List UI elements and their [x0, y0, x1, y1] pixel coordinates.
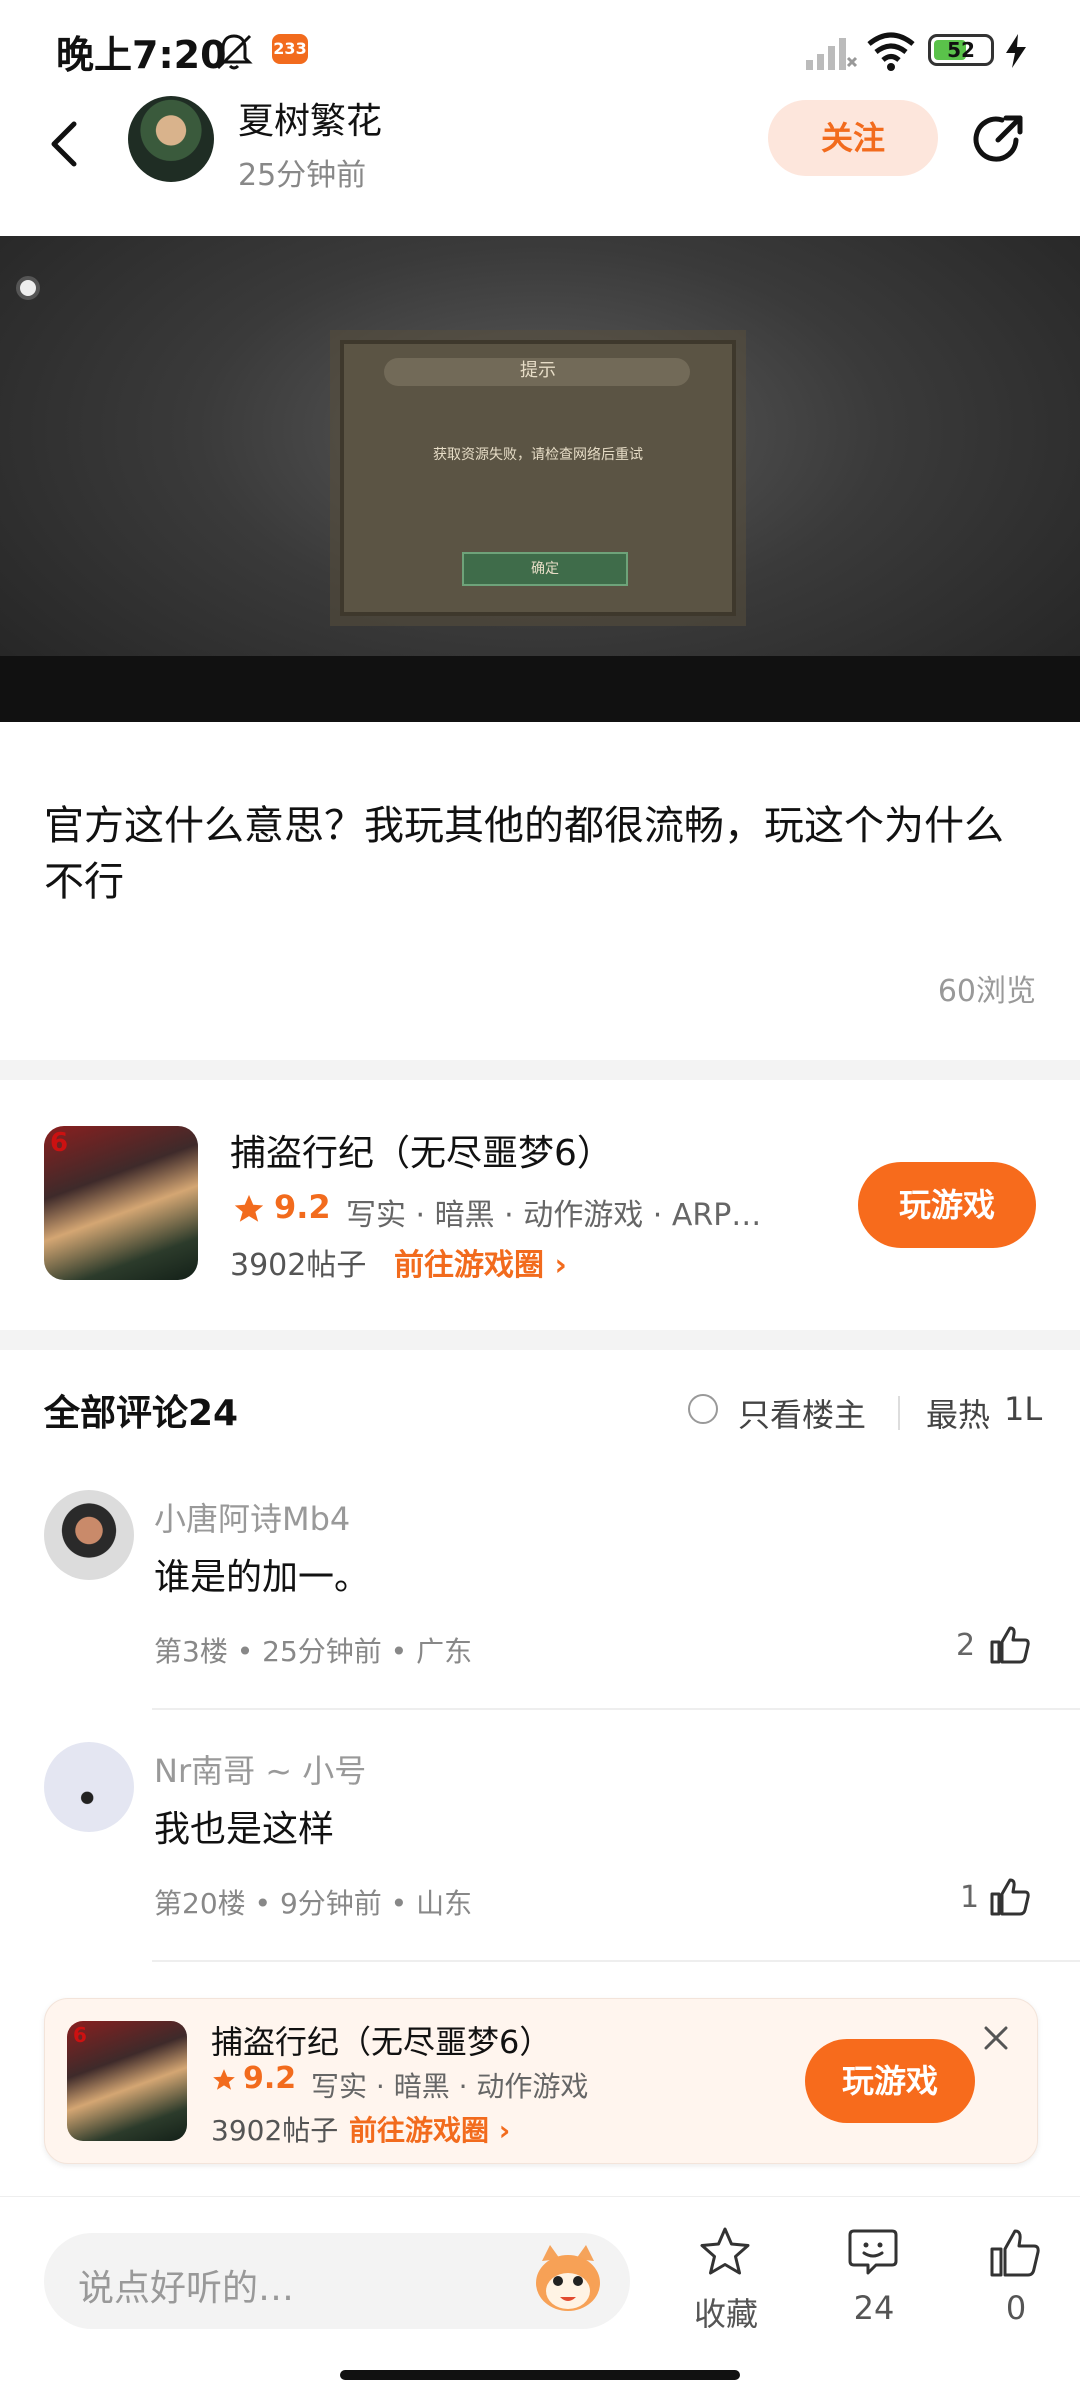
notification-badge: 233 — [272, 34, 308, 64]
banner-goto-link[interactable]: 前往游戏圈 › — [349, 2109, 510, 2149]
comment-divider — [152, 1708, 1080, 1710]
goto-circle-link[interactable]: 前往游戏圈 › — [394, 1240, 567, 1284]
author-name[interactable]: 夏树繁花 — [238, 92, 382, 144]
game-post-count: 3902帖子 — [230, 1248, 367, 1283]
banner-play-button[interactable]: 玩游戏 — [805, 2039, 975, 2123]
commenter-avatar[interactable] — [44, 1742, 134, 1832]
chevron-right-icon: › — [554, 1248, 567, 1283]
post-image[interactable]: 提示 获取资源失败，请检查网络后重试 确定 — [0, 236, 1080, 722]
comment-divider — [152, 1960, 1080, 1962]
banner-game-icon[interactable]: 6 — [67, 2021, 187, 2141]
section-divider — [0, 1330, 1080, 1350]
section-divider — [0, 1060, 1080, 1080]
like-count: 0 — [1005, 2289, 1027, 2327]
banner-post-count: 3902帖子 — [211, 2114, 339, 2147]
dialog-message: 获取资源失败，请检查网络后重试 — [433, 447, 643, 463]
mute-bell-icon — [215, 34, 253, 70]
dialog-title: 提示 — [520, 360, 556, 381]
game-title[interactable]: 捕盗行纪（无尽噩梦6） — [230, 1124, 613, 1176]
mascot-emoji-icon[interactable] — [528, 2241, 608, 2317]
only-op-radio[interactable] — [688, 1394, 718, 1424]
star-icon — [234, 1194, 264, 1222]
banner-game-rating: 9.2 — [243, 2061, 297, 2096]
sort-hot[interactable]: 最热 — [926, 1390, 990, 1436]
thumbs-up-icon[interactable] — [988, 2225, 1042, 2279]
follow-button[interactable]: 关注 — [768, 100, 938, 176]
chevron-right-icon: › — [498, 2114, 511, 2147]
commenter-name[interactable]: 小唐阿诗Mb4 — [154, 1494, 350, 1540]
share-icon[interactable] — [972, 110, 1030, 168]
game-rating: 9.2 — [274, 1188, 331, 1226]
battery-icon: 52 — [928, 34, 994, 66]
home-indicator[interactable] — [340, 2370, 740, 2380]
comment-like-count: 1 — [960, 1880, 980, 1915]
comment-text: 我也是这样 — [154, 1809, 335, 1850]
comment-text: 谁是的加一。 — [154, 1557, 371, 1598]
sort-secondary[interactable]: 1L — [1004, 1390, 1042, 1428]
play-game-button[interactable]: 玩游戏 — [858, 1162, 1036, 1248]
comment-meta: 第3楼 • 25分钟前 • 广东 — [154, 1635, 473, 1668]
dialog-ok-button: 确定 — [462, 552, 628, 586]
only-op-label[interactable]: 只看楼主 — [738, 1390, 866, 1436]
comment-count: 24 — [853, 2289, 895, 2327]
author-avatar[interactable] — [128, 96, 214, 182]
wifi-icon — [867, 32, 915, 71]
status-bar: 晚上7:20 233 52 — [0, 0, 1080, 96]
thumbs-up-icon[interactable] — [988, 1874, 1032, 1918]
close-icon[interactable] — [981, 2023, 1011, 2053]
comment-input-placeholder: 说点好听的… — [78, 2268, 295, 2309]
post-content: 官方这什么意思？我玩其他的都很流畅，玩这个为什么不行 — [44, 803, 1004, 905]
post-header: 夏树繁花 25分钟前 关注 — [0, 96, 1080, 236]
floating-game-banner[interactable]: 6 捕盗行纪（无尽噩梦6） 9.2 写实 · 暗黑 · 动作游戏 3902帖子 … — [44, 1998, 1038, 2164]
signal-icon — [806, 38, 858, 70]
comment-input[interactable]: 说点好听的… — [44, 2233, 630, 2329]
comment-bubble-icon[interactable] — [846, 2225, 900, 2279]
charging-icon — [1006, 34, 1026, 68]
comment-item: 小唐阿诗Mb4 谁是的加一。 第3楼 • 25分钟前 • 广东 2 — [0, 1480, 1080, 1710]
comment-item: Nr南哥 ~ 小号 我也是这样 第20楼 • 9分钟前 • 山东 1 — [0, 1732, 1080, 1962]
game-card[interactable]: 6 捕盗行纪（无尽噩梦6） 9.2 写实 · 暗黑 · 动作游戏 · ARP… … — [0, 1080, 1080, 1330]
back-arrow-icon[interactable] — [40, 118, 92, 170]
game-icon-badge: 6 — [50, 1128, 69, 1158]
comment-like-count: 2 — [956, 1628, 976, 1663]
comment-meta: 第20楼 • 9分钟前 • 山东 — [154, 1887, 473, 1920]
goto-circle-label: 前往游戏圈 — [394, 1248, 544, 1283]
game-icon[interactable]: 6 — [44, 1126, 198, 1280]
image-ground — [0, 656, 1080, 722]
status-time: 晚上7:20 — [56, 33, 227, 77]
banner-game-title[interactable]: 捕盗行纪（无尽噩梦6） — [211, 2017, 551, 2063]
favorite-label[interactable]: 收藏 — [676, 2289, 776, 2335]
game-icon-badge: 6 — [73, 2023, 87, 2047]
banner-game-tags: 写实 · 暗黑 · 动作游戏 — [311, 2070, 589, 2103]
view-count: 60浏览 — [937, 974, 1036, 1009]
goto-circle-label: 前往游戏圈 — [349, 2114, 490, 2147]
battery-level: 52 — [947, 38, 975, 62]
star-favorite-icon[interactable] — [698, 2225, 752, 2279]
commenter-avatar[interactable] — [44, 1490, 134, 1580]
commenter-name[interactable]: Nr南哥 ~ 小号 — [154, 1746, 366, 1792]
post-time: 25分钟前 — [238, 158, 367, 193]
comments-title: 全部评论24 — [44, 1393, 239, 1434]
thumbs-up-icon[interactable] — [988, 1622, 1032, 1666]
game-tags: 写实 · 暗黑 · 动作游戏 · ARP… — [346, 1198, 762, 1233]
star-icon — [213, 2069, 235, 2090]
filter-divider — [898, 1396, 900, 1430]
game-error-dialog: 提示 获取资源失败，请检查网络后重试 确定 — [340, 340, 736, 616]
floating-dot — [16, 276, 40, 300]
